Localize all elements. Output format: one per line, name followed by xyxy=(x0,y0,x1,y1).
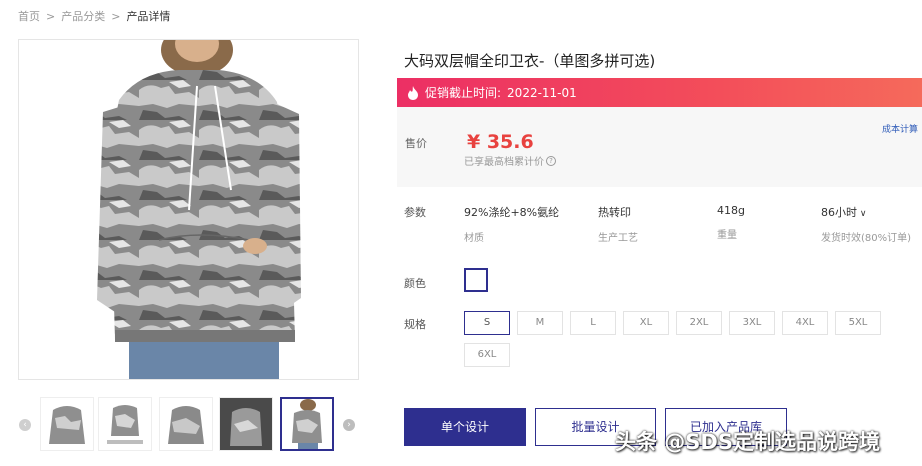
size-option-4xl[interactable]: 4XL xyxy=(782,311,828,335)
param-value: 热转印 xyxy=(598,206,631,219)
size-label: 规格 xyxy=(404,318,426,331)
product-title: 大码双层帽全印卫衣-（单图多拼可选) xyxy=(404,52,656,70)
param-process: 热转印 生产工艺 xyxy=(598,204,638,244)
chevron-left-icon[interactable]: ‹ xyxy=(19,419,31,431)
size-option-5xl[interactable]: 5XL xyxy=(835,311,881,335)
thumbnail-strip: ‹ › xyxy=(18,395,359,455)
size-option-6xl[interactable]: 6XL xyxy=(464,343,510,367)
breadcrumb-current: 产品详情 xyxy=(126,10,171,23)
param-weight: 418g 重量 xyxy=(717,204,745,241)
thumbnail-image[interactable] xyxy=(159,397,213,451)
param-key: 材质 xyxy=(464,233,484,244)
size-option-xl[interactable]: XL xyxy=(623,311,669,335)
size-option-m[interactable]: M xyxy=(517,311,563,335)
breadcrumb: 首页 > 产品分类 > 产品详情 xyxy=(18,8,170,24)
breadcrumb-category[interactable]: 产品分类 xyxy=(61,8,105,24)
single-design-button[interactable]: 单个设计 xyxy=(404,408,526,446)
thumbnail-image[interactable] xyxy=(98,397,152,451)
price-section: 售价 ¥ 35.6 已享最高档累计价 ? 成本计算 xyxy=(397,107,922,187)
color-label: 颜色 xyxy=(404,277,426,290)
price-label: 售价 xyxy=(405,137,427,150)
price-note-text: 已享最高档累计价 xyxy=(464,157,544,168)
param-value[interactable]: 86小时 ∨ xyxy=(821,204,911,220)
thumbnail-image[interactable] xyxy=(219,397,273,451)
param-key: 重量 xyxy=(717,230,737,241)
param-material: 92%涤纶+8%氨纶 材质 xyxy=(464,204,559,244)
thumbnail-image-active[interactable] xyxy=(280,397,334,451)
param-value: 92%涤纶+8%氨纶 xyxy=(464,206,560,219)
param-shipping[interactable]: 86小时 ∨ 发货时效(80%订单) xyxy=(821,204,911,244)
hoodie-image xyxy=(19,40,358,379)
breadcrumb-separator: > xyxy=(46,9,56,23)
chevron-down-icon: ∨ xyxy=(857,209,867,219)
flame-icon xyxy=(408,85,418,100)
cost-calc-link[interactable]: 成本计算 xyxy=(882,122,918,135)
product-main-image xyxy=(18,39,359,380)
price-note: 已享最高档累计价 ? xyxy=(464,153,556,168)
size-option-3xl[interactable]: 3XL xyxy=(729,311,775,335)
size-option-l[interactable]: L xyxy=(570,311,616,335)
promo-date: 2022-11-01 xyxy=(507,85,577,100)
size-option-s[interactable]: S xyxy=(464,311,510,335)
help-icon[interactable]: ? xyxy=(546,155,556,166)
watermark-text: 头条 @SDS定制选品说跨境 xyxy=(615,430,880,454)
price-value: ¥ 35.6 xyxy=(467,131,534,153)
chevron-right-icon[interactable]: › xyxy=(343,419,355,431)
thumbnail-image[interactable] xyxy=(40,397,94,451)
breadcrumb-home[interactable]: 首页 xyxy=(18,8,40,24)
params-label: 参数 xyxy=(404,206,426,219)
param-value: 418g xyxy=(717,204,745,217)
breadcrumb-separator: > xyxy=(111,9,121,23)
promo-bar: 促销截止时间: 2022-11-01 xyxy=(397,78,922,107)
param-key: 发货时效(80%订单) xyxy=(821,233,912,244)
size-option-2xl[interactable]: 2XL xyxy=(676,311,722,335)
promo-label: 促销截止时间: xyxy=(425,86,502,100)
color-swatch-white[interactable] xyxy=(464,268,488,292)
param-key: 生产工艺 xyxy=(598,233,638,244)
